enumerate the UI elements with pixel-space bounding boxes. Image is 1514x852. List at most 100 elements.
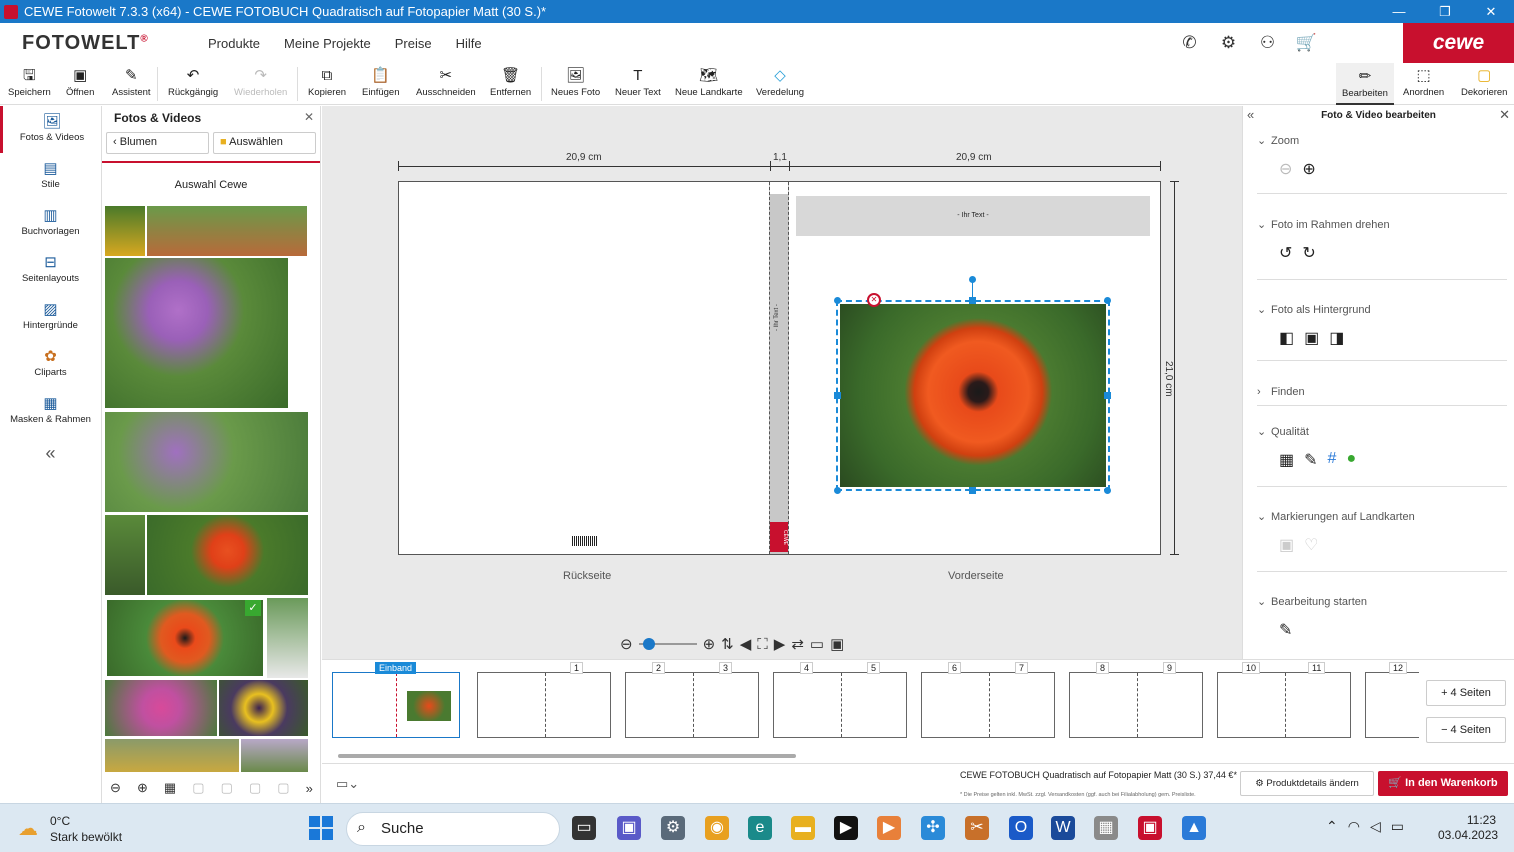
marker-remove-icon[interactable]: ♡	[1304, 535, 1318, 555]
user-icon[interactable]: ⚇	[1248, 33, 1287, 53]
photo-thumb[interactable]	[105, 206, 145, 256]
grid-view-icon[interactable]: ▦	[164, 780, 176, 796]
taskbar-search[interactable]: ⌕ Suche	[346, 812, 560, 846]
photo-thumb-selected[interactable]	[105, 598, 265, 678]
editor-canvas[interactable]: 20,9 cm 1,1 20,9 cm 21,0 cm - Ihr Text -…	[322, 106, 1242, 659]
layout-option-icon[interactable]: ▢	[221, 780, 233, 796]
save-button[interactable]: 🖫 Speichern	[8, 65, 51, 98]
close-icon[interactable]: ✕	[304, 110, 314, 124]
wifi-icon[interactable]: ◠	[1348, 818, 1360, 835]
nav-produkte[interactable]: Produkte	[208, 36, 260, 51]
phone-icon[interactable]: ✆	[1170, 33, 1209, 53]
product-details-button[interactable]: ⚙ Produktdetails ändern	[1240, 771, 1374, 796]
open-button[interactable]: ▣ Öffnen	[66, 65, 94, 98]
close-button[interactable]: ✕	[1468, 4, 1514, 20]
cut-button[interactable]: ✂ Ausschneiden	[416, 65, 476, 98]
ruler-icon[interactable]: ▭	[810, 635, 824, 653]
nav-stile[interactable]: ▤ Stile	[0, 153, 101, 200]
resize-handle[interactable]	[1104, 487, 1111, 494]
page-thumb[interactable]	[1217, 672, 1351, 738]
network-app-icon[interactable]: ✣	[921, 816, 945, 840]
cover-title-textbox[interactable]: - Ihr Text -	[796, 196, 1150, 236]
delete-photo-icon[interactable]: ✕	[867, 293, 881, 307]
zoom-in-icon[interactable]: ⊕	[1302, 159, 1315, 179]
edge-icon[interactable]: e	[748, 816, 772, 840]
copy-button[interactable]: ⧉ Kopieren	[308, 65, 346, 98]
page-thumb-cover[interactable]	[332, 672, 460, 738]
explorer-icon[interactable]: ▬	[791, 816, 815, 840]
prev-page-icon[interactable]: ◀	[740, 635, 752, 653]
page-thumb[interactable]	[1365, 672, 1419, 738]
photo-thumb[interactable]	[267, 598, 308, 678]
select-folder-button[interactable]: ■ Auswählen	[213, 132, 316, 154]
layout-option-icon[interactable]: ▢	[192, 780, 204, 796]
resize-handle[interactable]	[834, 392, 841, 399]
task-view-icon[interactable]: ▭	[572, 816, 596, 840]
enhance-icon[interactable]: ▦	[1279, 450, 1294, 470]
nav-hilfe[interactable]: Hilfe	[456, 36, 482, 51]
battery-icon[interactable]: ▭	[1391, 818, 1404, 835]
nav-seitenlayouts[interactable]: ⊟ Seitenlayouts	[0, 247, 101, 294]
tab-bearbeiten[interactable]: ✏ Bearbeiten	[1336, 63, 1394, 105]
add-to-cart-button[interactable]: 🛒 In den Warenkorb	[1378, 771, 1508, 796]
photo-thumb[interactable]	[241, 739, 308, 772]
paste-button[interactable]: 📋 Einfügen	[362, 65, 400, 98]
nav-meine-projekte[interactable]: Meine Projekte	[284, 36, 371, 51]
new-map-button[interactable]: 🗺 Neue Landkarte	[675, 65, 743, 98]
resize-handle[interactable]	[969, 297, 976, 304]
clock[interactable]: 11:23 03.04.2023	[1438, 813, 1498, 843]
bg-left-icon[interactable]: ◧	[1279, 328, 1294, 348]
grid-icon[interactable]: #	[1328, 450, 1337, 470]
zoom-slider[interactable]	[638, 638, 697, 650]
selection-frame[interactable]	[836, 300, 1110, 491]
remove-pages-button[interactable]: − 4 Seiten	[1426, 717, 1506, 743]
fit-icon[interactable]: ⇅	[721, 635, 734, 653]
cewe-app-icon[interactable]: ▣	[1138, 816, 1162, 840]
edit-photo-icon[interactable]: ✎	[1279, 620, 1292, 640]
media-icon[interactable]: ▶	[834, 816, 858, 840]
zoom-out-icon[interactable]: ⊖	[1279, 159, 1292, 179]
resize-handle[interactable]	[1104, 392, 1111, 399]
chrome-icon[interactable]: ◉	[705, 816, 729, 840]
nav-cliparts[interactable]: ✿ Cliparts	[0, 341, 101, 388]
collapse-nav-button[interactable]: «	[0, 443, 101, 464]
nav-fotos-videos[interactable]: 🖼 Fotos & Videos	[0, 106, 101, 153]
resize-handle[interactable]	[834, 297, 841, 304]
photo-thumb[interactable]	[105, 680, 217, 736]
nav-preise[interactable]: Preise	[395, 36, 432, 51]
photo-thumb[interactable]	[105, 739, 239, 772]
finish-button[interactable]: ◇ Veredelung	[756, 65, 804, 98]
bg-full-icon[interactable]: ▣	[1304, 328, 1319, 348]
photo-thumb[interactable]	[219, 680, 308, 736]
chevron-up-icon[interactable]: ⌃	[1326, 818, 1338, 835]
spine-text[interactable]: - Ihr Text -	[774, 291, 780, 331]
tab-dekorieren[interactable]: ▢ Dekorieren	[1461, 65, 1507, 98]
new-photo-button[interactable]: 🖼 Neues Foto	[551, 65, 600, 98]
page-thumb[interactable]	[1069, 672, 1203, 738]
rotate-handle[interactable]	[969, 276, 976, 283]
undo-button[interactable]: ↶ Rückgängig	[168, 65, 218, 98]
photo-thumb[interactable]	[105, 515, 145, 595]
minimize-button[interactable]: —	[1376, 4, 1422, 19]
page-thumb[interactable]	[625, 672, 759, 738]
resize-handle[interactable]	[834, 487, 841, 494]
snip-icon[interactable]: ✂	[965, 816, 989, 840]
teams-icon[interactable]: ▣	[617, 816, 641, 840]
app-icon[interactable]: ▦	[1094, 816, 1118, 840]
expand-icon[interactable]: »	[306, 781, 313, 796]
page-thumb[interactable]	[921, 672, 1055, 738]
layout-option-icon[interactable]: ▢	[277, 780, 289, 796]
nav-buchvorlagen[interactable]: ▥ Buchvorlagen	[0, 200, 101, 247]
zoom-in-icon[interactable]: ⊕	[703, 635, 716, 653]
gear-icon[interactable]: ⚙	[1209, 33, 1248, 53]
page-thumb[interactable]	[773, 672, 907, 738]
preview-icon[interactable]: ▣	[830, 635, 844, 653]
layout-option-icon[interactable]: ▢	[249, 780, 261, 796]
rotate-left-icon[interactable]: ↺	[1279, 243, 1292, 263]
new-text-button[interactable]: T Neuer Text	[615, 65, 661, 98]
marker-icon[interactable]: ▣	[1279, 535, 1294, 555]
word-icon[interactable]: W	[1051, 816, 1075, 840]
add-pages-button[interactable]: + 4 Seiten	[1426, 680, 1506, 706]
brush-icon[interactable]: ✎	[1304, 450, 1317, 470]
start-button[interactable]	[309, 816, 333, 840]
